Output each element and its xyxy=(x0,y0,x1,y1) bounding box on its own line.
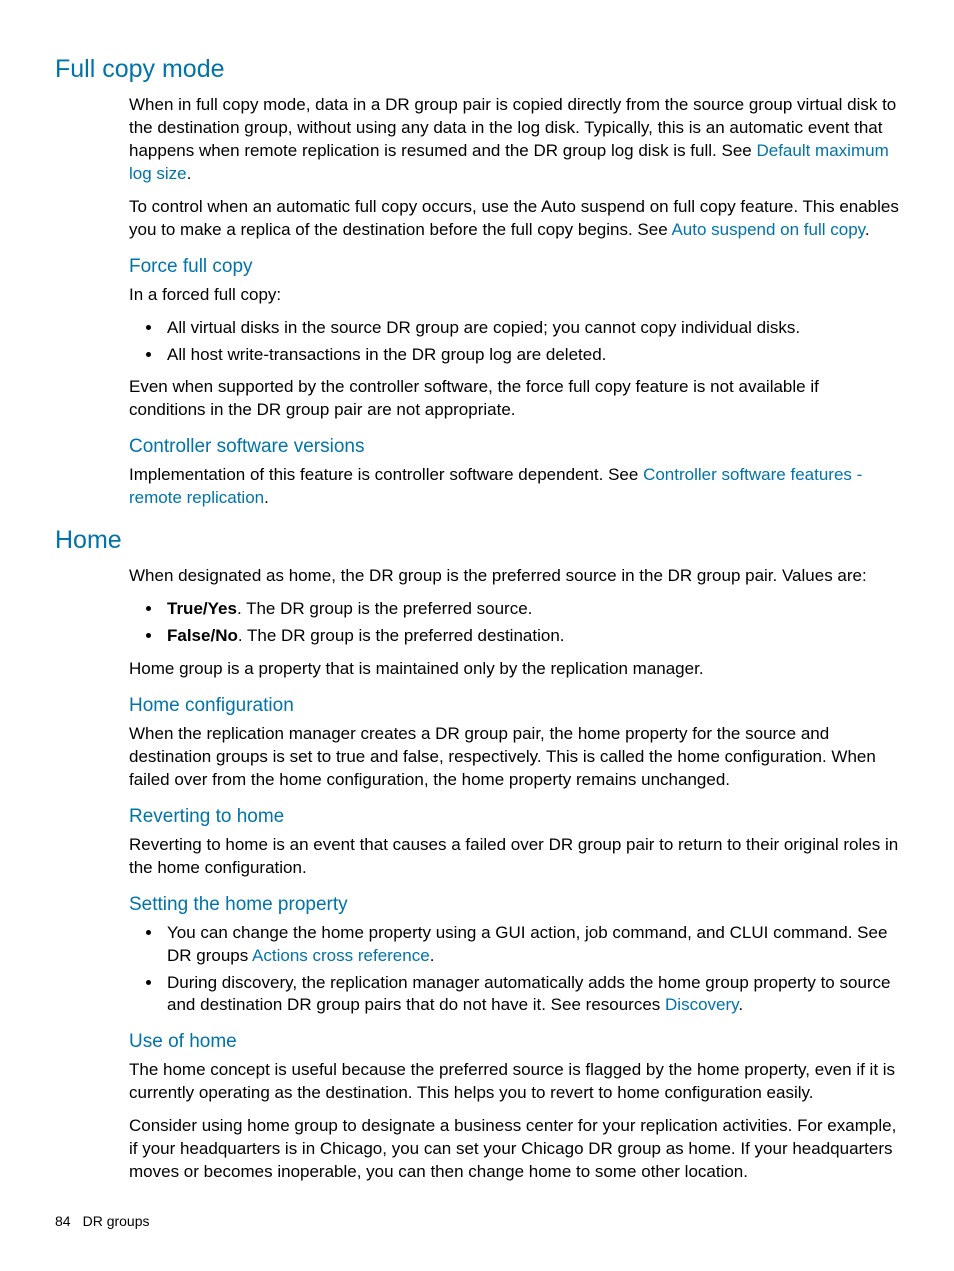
page-number: 84 xyxy=(55,1213,71,1229)
chapter-name: DR groups xyxy=(83,1213,150,1229)
heading-setting-home: Setting the home property xyxy=(129,894,899,916)
paragraph: Home group is a property that is maintai… xyxy=(129,658,899,681)
list-item: True/Yes. The DR group is the preferred … xyxy=(163,598,899,621)
bullet-list: You can change the home property using a… xyxy=(129,922,899,1018)
paragraph: In a forced full copy: xyxy=(129,284,899,307)
paragraph: To control when an automatic full copy o… xyxy=(129,196,899,242)
paragraph: Reverting to home is an event that cause… xyxy=(129,834,899,880)
section-body: When designated as home, the DR group is… xyxy=(129,565,899,1184)
page-footer: 84 DR groups xyxy=(55,1213,150,1229)
bullet-list: True/Yes. The DR group is the preferred … xyxy=(129,598,899,648)
section-body: When in full copy mode, data in a DR gro… xyxy=(129,94,899,510)
heading-home: Home xyxy=(55,526,899,555)
list-item: During discovery, the replication manage… xyxy=(163,972,899,1018)
paragraph: When the replication manager creates a D… xyxy=(129,723,899,792)
document-page: Full copy mode When in full copy mode, d… xyxy=(0,0,954,1271)
heading-use-of-home: Use of home xyxy=(129,1031,899,1053)
bullet-list: All virtual disks in the source DR group… xyxy=(129,317,899,367)
paragraph: Implementation of this feature is contro… xyxy=(129,464,899,510)
heading-reverting-home: Reverting to home xyxy=(129,806,899,828)
heading-full-copy-mode: Full copy mode xyxy=(55,55,899,84)
link-actions-cross-ref[interactable]: Actions cross reference xyxy=(252,946,430,965)
heading-force-full-copy: Force full copy xyxy=(129,256,899,278)
link-discovery[interactable]: Discovery xyxy=(665,995,738,1014)
paragraph: Even when supported by the controller so… xyxy=(129,376,899,422)
heading-controller-versions: Controller software versions xyxy=(129,436,899,458)
paragraph: Consider using home group to designate a… xyxy=(129,1115,899,1184)
paragraph: The home concept is useful because the p… xyxy=(129,1059,899,1105)
paragraph: When designated as home, the DR group is… xyxy=(129,565,899,588)
link-auto-suspend[interactable]: Auto suspend on full copy xyxy=(671,220,864,239)
heading-home-config: Home configuration xyxy=(129,695,899,717)
list-item: False/No. The DR group is the preferred … xyxy=(163,625,899,648)
list-item: All virtual disks in the source DR group… xyxy=(163,317,899,340)
paragraph: When in full copy mode, data in a DR gro… xyxy=(129,94,899,186)
list-item: You can change the home property using a… xyxy=(163,922,899,968)
list-item: All host write-transactions in the DR gr… xyxy=(163,344,899,367)
